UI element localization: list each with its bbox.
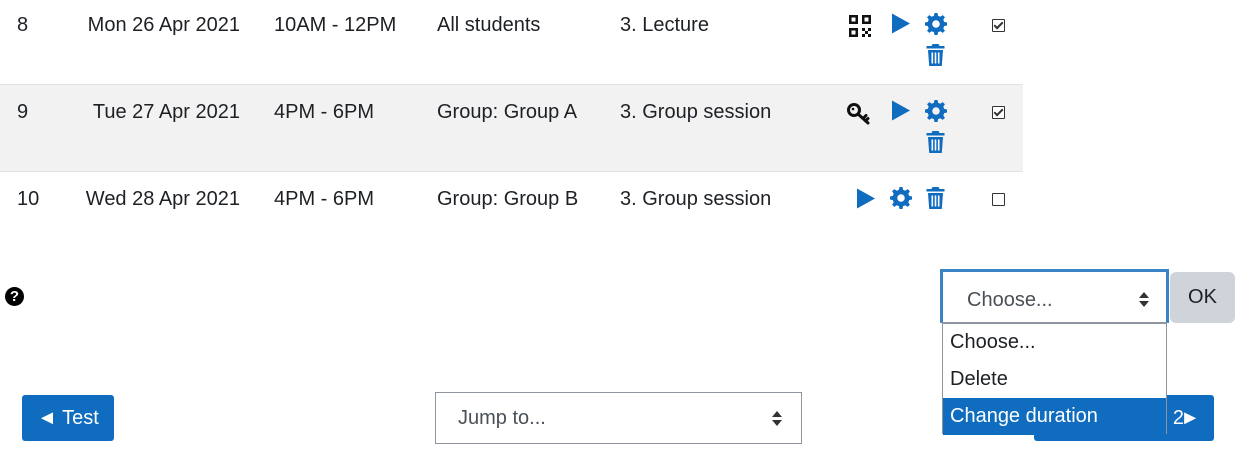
key-icon[interactable] — [847, 101, 871, 125]
trash-icon[interactable] — [926, 44, 945, 66]
row-select-checkbox[interactable] — [992, 19, 1005, 32]
row-select-checkbox[interactable] — [992, 193, 1005, 206]
table-row: 10 Wed 28 Apr 2021 4PM - 6PM Group: Grou… — [0, 171, 1023, 257]
option-delete[interactable]: Delete — [943, 361, 1166, 398]
gear-icon[interactable] — [890, 187, 912, 209]
trash-icon[interactable] — [926, 131, 945, 153]
session-date: Mon 26 Apr 2021 — [87, 14, 240, 36]
jump-to-select[interactable]: Jump to... — [435, 392, 802, 444]
table-row: 9 Tue 27 Apr 2021 4PM - 6PM Group: Group… — [0, 84, 1023, 172]
session-time: 4PM - 6PM — [274, 101, 375, 123]
qr-code-icon[interactable] — [849, 15, 871, 37]
gear-icon[interactable] — [925, 13, 947, 35]
table-row: 8 Mon 26 Apr 2021 10AM - 12PM All studen… — [0, 0, 1023, 86]
play-icon[interactable] — [856, 188, 876, 209]
trash-icon[interactable] — [926, 187, 945, 209]
gear-icon[interactable] — [925, 100, 947, 122]
session-type: 3. Group session — [620, 101, 772, 123]
bulk-action-dropdown: Choose... Delete Change duration — [942, 323, 1167, 435]
session-number: 9 — [17, 101, 29, 123]
select-caret-icon — [1139, 292, 1149, 307]
session-group: All students — [437, 14, 541, 36]
session-date: Tue 27 Apr 2021 — [92, 101, 240, 123]
session-number: 10 — [17, 188, 40, 210]
row-select-checkbox[interactable] — [992, 106, 1005, 119]
session-group: Group: Group B — [437, 188, 579, 210]
bulk-action-select[interactable]: Choose... — [940, 269, 1169, 323]
option-change-duration[interactable]: Change duration — [943, 398, 1166, 435]
session-time: 4PM - 6PM — [274, 188, 375, 210]
next-arrow-icon: ► — [1180, 407, 1200, 429]
previous-page-button[interactable]: ◄ Test — [22, 395, 114, 441]
session-time: 10AM - 12PM — [274, 14, 397, 36]
session-type: 3. Group session — [620, 188, 772, 210]
ok-button[interactable]: OK — [1170, 272, 1235, 323]
session-type: 3. Lecture — [620, 14, 709, 36]
session-number: 8 — [17, 14, 29, 36]
bulk-action-selected: Choose... — [967, 289, 1053, 311]
play-icon[interactable] — [891, 13, 911, 34]
jump-to-placeholder: Jump to... — [458, 407, 546, 429]
option-choose[interactable]: Choose... — [943, 324, 1166, 361]
select-caret-icon — [772, 411, 782, 426]
session-date: Wed 28 Apr 2021 — [85, 188, 240, 210]
play-icon[interactable] — [891, 100, 911, 121]
session-group: Group: Group A — [437, 101, 578, 123]
help-icon[interactable]: ? — [5, 287, 24, 306]
